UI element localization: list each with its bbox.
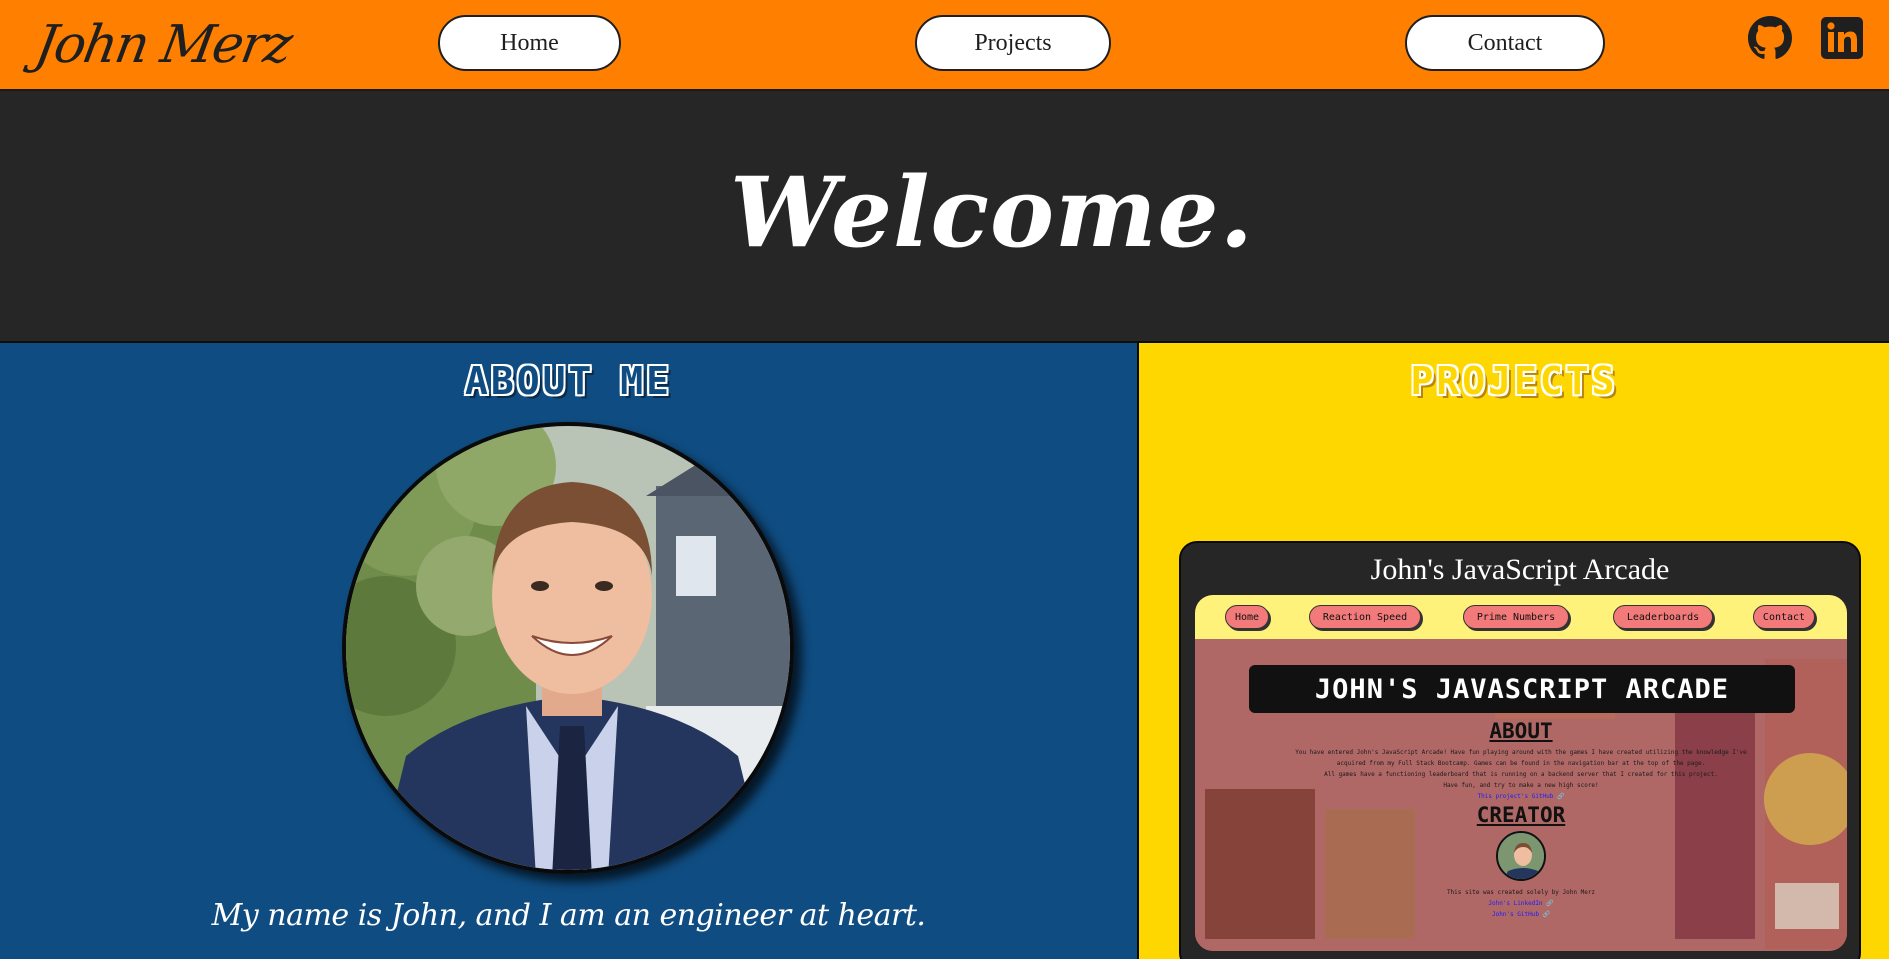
projects-heading: PROJECTS [1410, 359, 1618, 403]
projects-section: PROJECTS John's JavaScript Arcade Home R… [1139, 343, 1889, 959]
welcome-heading: Welcome. [729, 155, 1255, 269]
preview-about-heading: ABOUT [1489, 719, 1553, 743]
project-card-arcade[interactable]: John's JavaScript Arcade Home Reaction S… [1179, 541, 1861, 959]
preview-creator-heading: CREATOR [1476, 803, 1566, 827]
preview-navbar: Home Reaction Speed Prime Numbers Leader… [1195, 595, 1847, 639]
about-section: ABOUT ME My name is John, and I am an en… [0, 343, 1139, 959]
profile-photo [342, 422, 794, 874]
github-icon[interactable] [1748, 16, 1792, 60]
preview-nav-contact: Contact [1753, 605, 1815, 629]
nav-projects-button[interactable]: Projects [915, 15, 1111, 71]
preview-nav-home: Home [1225, 605, 1269, 629]
preview-avatar [1496, 831, 1546, 881]
welcome-banner: Welcome. [0, 91, 1889, 343]
preview-about-text: You have entered John's JavaScript Arcad… [1295, 749, 1747, 800]
about-heading: ABOUT ME [464, 359, 673, 403]
preview-banner: JOHN'S JAVASCRIPT ARCADE [1249, 665, 1795, 713]
navbar: John Merz Home Projects Contact [0, 0, 1889, 91]
nav-home-button[interactable]: Home [438, 15, 621, 71]
project-preview-image[interactable]: Home Reaction Speed Prime Numbers Leader… [1195, 595, 1847, 951]
preview-nav-reaction: Reaction Speed [1309, 605, 1421, 629]
about-tagline: My name is John, and I am an engineer at… [211, 898, 926, 933]
linkedin-icon[interactable] [1820, 16, 1864, 60]
nav-contact-button[interactable]: Contact [1405, 15, 1605, 71]
preview-creator-text: This site was created solely by John Mer… [1446, 889, 1596, 918]
preview-nav-prime: Prime Numbers [1463, 605, 1569, 629]
brand-logo[interactable]: John Merz [30, 10, 296, 80]
project-title[interactable]: John's JavaScript Arcade [1181, 553, 1859, 587]
preview-nav-leaderboards: Leaderboards [1613, 605, 1713, 629]
